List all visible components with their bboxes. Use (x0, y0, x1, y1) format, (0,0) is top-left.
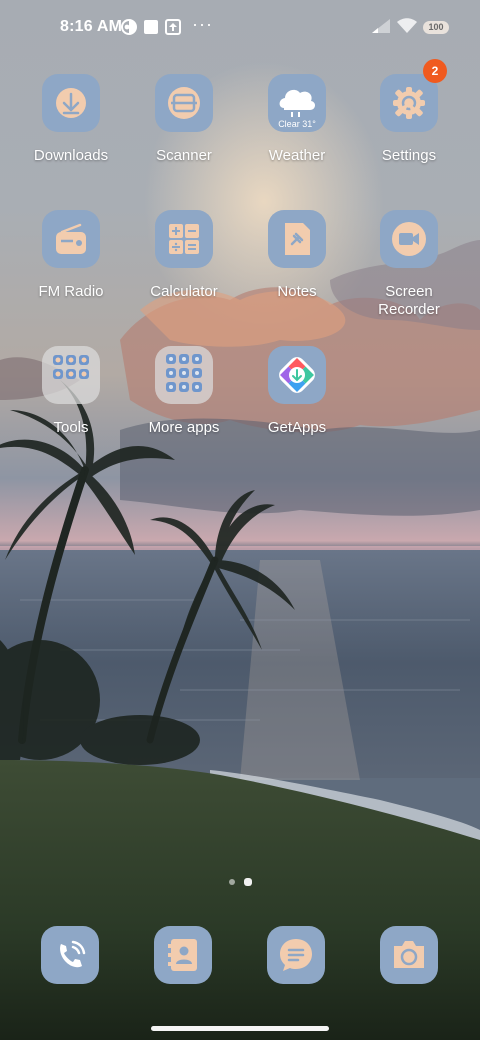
app-label: Tools (53, 419, 89, 436)
tools-folder-icon (42, 346, 100, 404)
upload-icon (165, 19, 181, 40)
app-label: GetApps (267, 419, 327, 436)
camera-icon (380, 210, 438, 268)
app-scanner[interactable]: Scanner (128, 74, 240, 165)
dock-contacts[interactable] (154, 926, 212, 984)
scanner-icon (155, 74, 213, 132)
getapps-icon (268, 346, 326, 404)
app-label: Scanner (156, 147, 212, 164)
app-label: Weather (268, 147, 326, 164)
calculator-icon (155, 210, 213, 268)
notification-badge: 2 (423, 59, 447, 83)
app-screen-recorder[interactable]: Screen Recorder (353, 210, 465, 319)
apps-folder-icon (155, 346, 213, 404)
folder-more-apps[interactable]: More apps (128, 346, 240, 437)
cloud-icon: Clear 31° (268, 74, 326, 132)
dock-phone[interactable] (41, 926, 99, 984)
app-label: Settings (381, 147, 437, 164)
app-fm-radio[interactable]: FM Radio (15, 210, 127, 301)
more-dots-icon: ··· (192, 14, 213, 34)
gear-icon: 2 (380, 59, 447, 132)
status-bar: 8:16 AM ··· 100 (0, 0, 480, 56)
weather-summary: Clear 31° (278, 119, 316, 129)
app-settings[interactable]: 2 Settings (353, 59, 465, 165)
app-weather[interactable]: Clear 31° Weather (241, 74, 353, 165)
app-getapps[interactable]: GetApps (241, 346, 353, 437)
signal-icon (371, 18, 391, 39)
home-indicator[interactable] (151, 1026, 329, 1031)
app-downloads[interactable]: Downloads (15, 74, 127, 165)
page-dot[interactable] (229, 879, 235, 885)
wifi-icon (396, 18, 418, 39)
brightness-icon (121, 19, 137, 40)
app-label: FM Radio (38, 283, 104, 300)
dock-messages[interactable] (267, 926, 325, 984)
app-calculator[interactable]: Calculator (128, 210, 240, 301)
app-label: Screen Recorder (378, 283, 440, 318)
folder-tools[interactable]: Tools (15, 346, 127, 437)
app-label: Downloads (33, 147, 109, 164)
page-dot-active[interactable] (244, 878, 252, 886)
page-indicator (0, 876, 480, 888)
radio-icon (42, 210, 100, 268)
pin-note-icon (268, 210, 326, 268)
app-label: Notes (277, 283, 317, 300)
app-label: More apps (148, 419, 220, 436)
status-time: 8:16 AM (60, 18, 123, 35)
square-notification-icon (143, 19, 159, 40)
battery-indicator: 100 (423, 21, 449, 34)
app-notes[interactable]: Notes (241, 210, 353, 301)
download-icon (42, 74, 100, 132)
app-label: Calculator (150, 283, 218, 300)
dock-camera[interactable] (380, 926, 438, 984)
